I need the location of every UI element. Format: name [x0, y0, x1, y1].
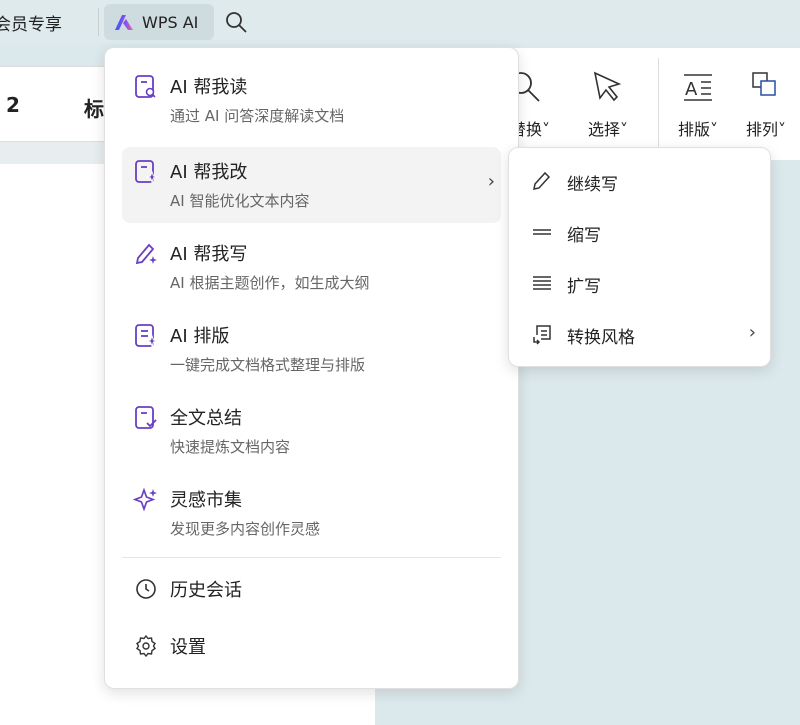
divider — [658, 58, 659, 150]
layout-sparkle-icon — [133, 323, 159, 349]
menu-item-history[interactable]: 历史会话 — [122, 567, 501, 611]
cursor-arrow-icon — [591, 70, 625, 104]
vip-tab[interactable]: 会员专享 — [0, 10, 62, 35]
wps-ai-menu: AI 帮我读 通过 AI 问答深度解读文档 AI 帮我改 AI 智能优化文本内容… — [104, 47, 519, 689]
menu-item-summary[interactable]: 全文总结 快速提炼文档内容 — [122, 393, 501, 469]
select-button[interactable]: 选择˅ — [588, 70, 628, 140]
gear-icon — [134, 634, 158, 658]
menu-item-inspiration[interactable]: 灵感市集 发现更多内容创作灵感 — [122, 475, 501, 551]
menu-item-settings[interactable]: 设置 — [122, 624, 501, 668]
ai-edit-submenu: 继续写 缩写 扩写 转换风格 › — [508, 147, 771, 367]
document-check-icon — [133, 405, 159, 431]
menu-item-ai-layout[interactable]: AI 排版 一键完成文档格式整理与排版 — [122, 311, 501, 387]
pen-sparkle-icon — [133, 241, 159, 267]
wps-ai-label: WPS AI — [142, 13, 198, 32]
wps-ai-logo-icon — [114, 13, 136, 31]
arrange-icon — [749, 70, 783, 104]
arrange-button[interactable]: 排列˅ — [746, 70, 786, 140]
wps-ai-button[interactable]: WPS AI — [104, 4, 214, 40]
chevron-right-icon: › — [749, 322, 756, 343]
ribbon-left: 2 标 — [0, 66, 110, 142]
divider — [98, 8, 99, 36]
sparkle-icon — [133, 487, 159, 513]
short-lines-icon — [531, 221, 553, 243]
document-sparkle-icon — [133, 159, 159, 185]
menu-divider — [122, 557, 501, 558]
menu-item-ai-read[interactable]: AI 帮我读 通过 AI 问答深度解读文档 — [122, 62, 501, 138]
text-layout-icon: A — [681, 70, 715, 104]
pencil-icon — [531, 170, 553, 192]
submenu-item-style[interactable]: 转换风格 › — [517, 312, 764, 356]
search-icon[interactable] — [224, 10, 248, 34]
convert-style-icon — [531, 323, 553, 345]
menu-item-ai-edit[interactable]: AI 帮我改 AI 智能优化文本内容 › — [122, 147, 501, 223]
lines-icon — [531, 272, 553, 294]
style-title[interactable]: 标 — [84, 93, 104, 122]
style-heading-2[interactable]: 2 — [6, 93, 20, 117]
clock-icon — [134, 577, 158, 601]
top-bar: 会员专享 WPS AI — [0, 0, 800, 44]
menu-item-ai-write[interactable]: AI 帮我写 AI 根据主题创作，如生成大纲 — [122, 229, 501, 305]
submenu-item-continue[interactable]: 继续写 — [517, 159, 764, 203]
submenu-item-shorten[interactable]: 缩写 — [517, 210, 764, 254]
layout-button[interactable]: A 排版˅ — [678, 70, 718, 140]
document-search-icon — [133, 74, 159, 100]
submenu-item-expand[interactable]: 扩写 — [517, 261, 764, 305]
chevron-right-icon: › — [488, 171, 495, 192]
svg-text:A: A — [685, 79, 698, 100]
ribbon-border — [0, 142, 110, 164]
ribbon-right: 替换˅ 选择˅ A 排版˅ 排列˅ — [510, 48, 800, 160]
